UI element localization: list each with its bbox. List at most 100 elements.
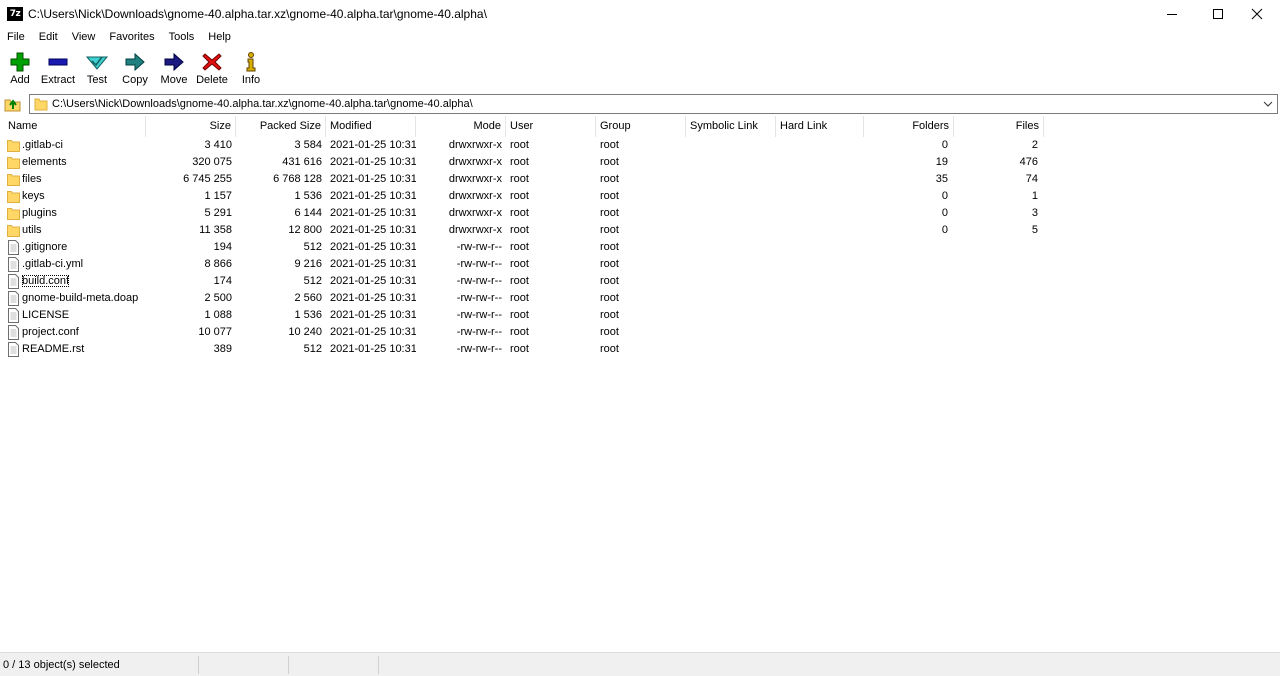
cell-mode: -rw-rw-r-- (416, 307, 506, 324)
table-row[interactable]: keys 1 157 1 536 2021-01-25 10:31 drwxrwxr-x… (0, 188, 1045, 205)
cell-user: root (506, 307, 596, 324)
cell-mode: -rw-rw-r-- (416, 341, 506, 358)
cell-name: project.conf (0, 324, 146, 341)
delete-label: Delete (192, 74, 232, 86)
col-hard-link[interactable]: Hard Link (776, 116, 864, 137)
test-button[interactable]: Test (77, 49, 117, 89)
cell-size: 10 077 (146, 324, 236, 341)
minimize-button[interactable] (1149, 0, 1195, 28)
copy-button[interactable]: Copy (115, 49, 155, 89)
col-symbolic-link[interactable]: Symbolic Link (686, 116, 776, 137)
col-files[interactable]: Files (954, 116, 1044, 137)
cell-files: 1 (954, 188, 1042, 205)
col-modified[interactable]: Modified (326, 116, 416, 137)
cell-folders (864, 256, 952, 273)
cell-folders (864, 273, 952, 290)
move-button[interactable]: Move (154, 49, 194, 89)
cell-folders (864, 239, 952, 256)
table-row[interactable]: files 6 745 255 6 768 128 2021-01-25 10:31 d… (0, 171, 1045, 188)
cell-packed: 9 216 (236, 256, 326, 273)
extract-button[interactable]: Extract (38, 49, 78, 89)
menu-view[interactable]: View (65, 28, 103, 46)
minus-icon (47, 51, 69, 73)
table-row[interactable]: build.conf 174 512 2021-01-25 10:31 -rw-rw-r… (0, 273, 1045, 290)
cell-mode: drwxrwxr-x (416, 171, 506, 188)
cell-group: root (596, 307, 686, 324)
chevron-down-icon[interactable] (1261, 97, 1275, 111)
menu-edit[interactable]: Edit (32, 28, 65, 46)
menu-bar: File Edit View Favorites Tools Help (0, 28, 1280, 46)
cell-files (954, 324, 1042, 341)
col-group[interactable]: Group (596, 116, 686, 137)
info-label: Info (231, 74, 271, 86)
add-button[interactable]: Add (0, 49, 40, 89)
col-name[interactable]: Name (0, 116, 146, 137)
menu-help[interactable]: Help (201, 28, 238, 46)
cell-user: root (506, 341, 596, 358)
table-row[interactable]: .gitignore 194 512 2021-01-25 10:31 -rw-rw-r… (0, 239, 1045, 256)
table-row[interactable]: elements 320 075 431 616 2021-01-25 10:31 dr… (0, 154, 1045, 171)
cell-modified: 2021-01-25 10:31 (326, 341, 416, 358)
cell-modified: 2021-01-25 10:31 (326, 273, 416, 290)
cell-mode: drwxrwxr-x (416, 188, 506, 205)
cell-packed: 3 584 (236, 137, 326, 154)
menu-favorites[interactable]: Favorites (102, 28, 161, 46)
table-row[interactable]: README.rst 389 512 2021-01-25 10:31 -rw-rw-r… (0, 341, 1045, 358)
cell-group: root (596, 239, 686, 256)
cell-files: 5 (954, 222, 1042, 239)
cell-files: 3 (954, 205, 1042, 222)
folder-up-button[interactable] (4, 95, 22, 113)
cell-folders: 0 (864, 205, 952, 222)
col-packed-size[interactable]: Packed Size (236, 116, 326, 137)
cell-files: 74 (954, 171, 1042, 188)
cell-size: 1 157 (146, 188, 236, 205)
close-button[interactable] (1234, 0, 1280, 28)
cell-size: 2 500 (146, 290, 236, 307)
table-row[interactable]: LICENSE 1 088 1 536 2021-01-25 10:31 -rw-rw-… (0, 307, 1045, 324)
table-row[interactable]: gnome-build-meta.doap 2 500 2 560 2021-01-2… (0, 290, 1045, 307)
table-row[interactable]: .gitlab-ci.yml 8 866 9 216 2021-01-25 10:31… (0, 256, 1045, 273)
cell-user: root (506, 239, 596, 256)
col-mode[interactable]: Mode (416, 116, 506, 137)
cell-modified: 2021-01-25 10:31 (326, 324, 416, 341)
table-row[interactable]: project.conf 10 077 10 240 2021-01-25 10:31… (0, 324, 1045, 341)
cell-modified: 2021-01-25 10:31 (326, 205, 416, 222)
menu-tools[interactable]: Tools (162, 28, 202, 46)
add-label: Add (0, 74, 40, 86)
col-size[interactable]: Size (146, 116, 236, 137)
cell-packed: 1 536 (236, 307, 326, 324)
cell-group: root (596, 205, 686, 222)
menu-file[interactable]: File (0, 28, 32, 46)
cell-size: 5 291 (146, 205, 236, 222)
cell-packed: 2 560 (236, 290, 326, 307)
cell-group: root (596, 137, 686, 154)
cell-user: root (506, 256, 596, 273)
cell-files (954, 341, 1042, 358)
cell-files: 476 (954, 154, 1042, 171)
table-row[interactable]: utils 11 358 12 800 2021-01-25 10:31 drwxrwx… (0, 222, 1045, 239)
cell-mode: -rw-rw-r-- (416, 324, 506, 341)
col-user[interactable]: User (506, 116, 596, 137)
col-folders[interactable]: Folders (864, 116, 954, 137)
folder-icon (34, 97, 48, 111)
move-arrow-icon (163, 51, 185, 73)
cell-folders: 0 (864, 137, 952, 154)
cell-folders (864, 324, 952, 341)
address-bar[interactable]: C:\Users\Nick\Downloads\gnome-40.alpha.t… (29, 94, 1278, 114)
cell-mode: -rw-rw-r-- (416, 256, 506, 273)
cell-folders: 19 (864, 154, 952, 171)
file-list[interactable]: Name Size Packed Size Modified Mode User… (0, 116, 1280, 652)
cell-user: root (506, 171, 596, 188)
cell-size: 1 088 (146, 307, 236, 324)
cell-folders (864, 290, 952, 307)
cell-folders (864, 307, 952, 324)
delete-button[interactable]: Delete (192, 49, 232, 89)
cell-user: root (506, 222, 596, 239)
test-label: Test (77, 74, 117, 86)
cell-modified: 2021-01-25 10:31 (326, 171, 416, 188)
cell-mode: drwxrwxr-x (416, 154, 506, 171)
info-button[interactable]: Info (231, 49, 271, 89)
table-row[interactable]: plugins 5 291 6 144 2021-01-25 10:31 drwxrwx… (0, 205, 1045, 222)
cell-files (954, 307, 1042, 324)
table-row[interactable]: .gitlab-ci 3 410 3 584 2021-01-25 10:31 drwx… (0, 137, 1045, 154)
